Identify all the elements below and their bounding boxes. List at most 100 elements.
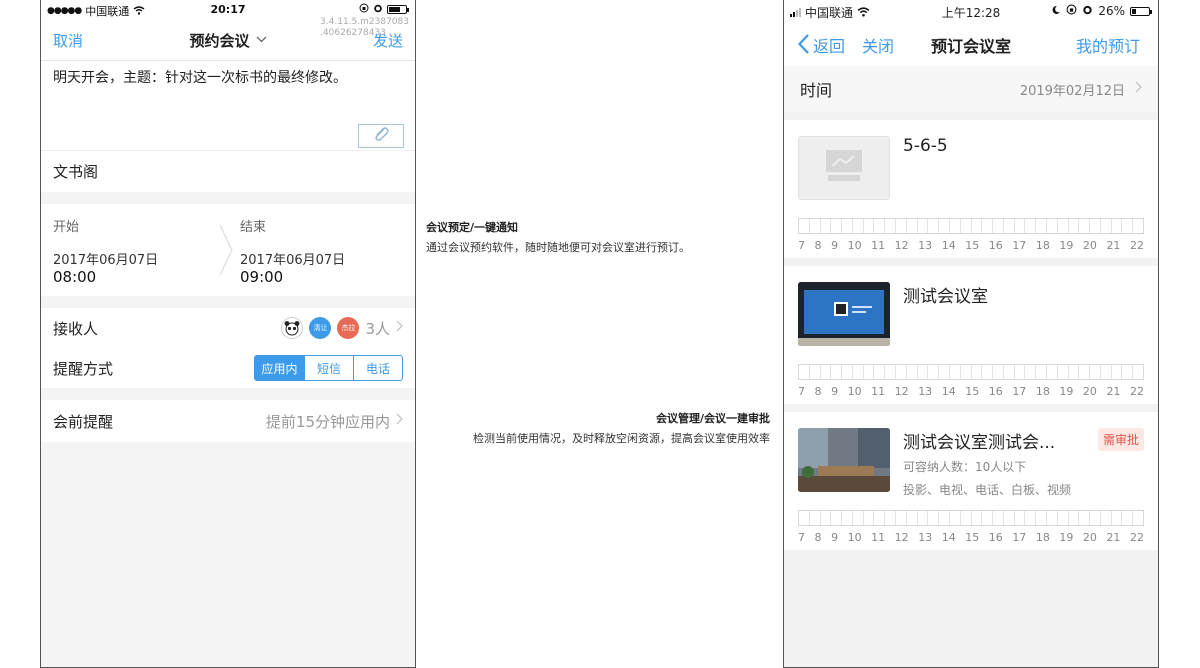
pre-reminder-row[interactable]: 会前提醒 提前15分钟应用内 bbox=[41, 400, 415, 442]
timeline-slot[interactable] bbox=[819, 511, 831, 525]
timeline-slot[interactable] bbox=[916, 219, 928, 233]
start-time[interactable]: 开始 2017年06月07日 08:00 bbox=[41, 204, 228, 296]
message-body[interactable]: 明天开会，主题：针对这一次标书的最终修改。 bbox=[41, 60, 415, 150]
timeline-slot[interactable] bbox=[851, 219, 863, 233]
timeline-slot[interactable] bbox=[981, 511, 992, 525]
timeline-slot[interactable] bbox=[799, 219, 809, 233]
timeline-slot[interactable] bbox=[1024, 219, 1035, 233]
date-picker-row[interactable]: 时间 2019年02月12日 bbox=[784, 66, 1158, 112]
availability-timeline[interactable] bbox=[798, 364, 1144, 380]
timeline-slot[interactable] bbox=[1013, 365, 1025, 379]
timeline-slot[interactable] bbox=[1045, 511, 1057, 525]
timeline-slot[interactable] bbox=[1132, 365, 1143, 379]
timeline-slot[interactable] bbox=[1099, 219, 1111, 233]
timeline-slot[interactable] bbox=[884, 219, 895, 233]
timeline-slot[interactable] bbox=[1002, 511, 1014, 525]
availability-timeline[interactable] bbox=[798, 218, 1144, 234]
timeline-slot[interactable] bbox=[851, 365, 863, 379]
timeline-slot[interactable] bbox=[1035, 365, 1046, 379]
timeline-slot[interactable] bbox=[970, 365, 982, 379]
timeline-slot[interactable] bbox=[895, 365, 906, 379]
timeline-slot[interactable] bbox=[1045, 219, 1057, 233]
timeline-slot[interactable] bbox=[1099, 365, 1111, 379]
timeline-slot[interactable] bbox=[1013, 219, 1025, 233]
timeline-slot[interactable] bbox=[927, 365, 938, 379]
timeline-slot[interactable] bbox=[1099, 511, 1111, 525]
timeline-slot[interactable] bbox=[799, 511, 809, 525]
timeline-slot[interactable] bbox=[1078, 511, 1089, 525]
timeline-slot[interactable] bbox=[948, 511, 960, 525]
timeline-slot[interactable] bbox=[970, 511, 982, 525]
timeline-slot[interactable] bbox=[862, 219, 874, 233]
timeline-slot[interactable] bbox=[938, 365, 949, 379]
room-card[interactable]: 测试会议室测试会... 可容纳人数：10人以下 投影、电视、电话、白板、视频 需… bbox=[784, 412, 1158, 550]
timeline-slot[interactable] bbox=[1002, 219, 1014, 233]
timeline-slot[interactable] bbox=[1078, 219, 1089, 233]
timeline-slot[interactable] bbox=[1067, 365, 1079, 379]
timeline-slot[interactable] bbox=[873, 365, 884, 379]
timeline-slot[interactable] bbox=[862, 365, 874, 379]
title-dropdown[interactable]: 预约会议 bbox=[189, 30, 266, 51]
timeline-slot[interactable] bbox=[819, 365, 831, 379]
timeline-slot[interactable] bbox=[905, 219, 917, 233]
timeline-slot[interactable] bbox=[862, 511, 874, 525]
timeline-slot[interactable] bbox=[948, 365, 960, 379]
timeline-slot[interactable] bbox=[830, 365, 841, 379]
send-button[interactable]: 发送 bbox=[373, 30, 403, 51]
timeline-slot[interactable] bbox=[992, 365, 1003, 379]
timeline-slot[interactable] bbox=[841, 365, 852, 379]
timeline-slot[interactable] bbox=[1045, 365, 1057, 379]
timeline-slot[interactable] bbox=[938, 511, 949, 525]
timeline-slot[interactable] bbox=[1067, 219, 1079, 233]
timeline-slot[interactable] bbox=[938, 219, 949, 233]
timeline-slot[interactable] bbox=[959, 365, 971, 379]
timeline-slot[interactable] bbox=[1132, 511, 1143, 525]
timeline-slot[interactable] bbox=[1132, 219, 1143, 233]
timeline-slot[interactable] bbox=[1035, 511, 1046, 525]
timeline-slot[interactable] bbox=[1002, 365, 1014, 379]
end-time[interactable]: 结束 2017年06月07日 09:00 bbox=[228, 204, 415, 296]
timeline-slot[interactable] bbox=[905, 511, 917, 525]
timeline-slot[interactable] bbox=[916, 365, 928, 379]
timeline-slot[interactable] bbox=[1078, 365, 1089, 379]
room-card[interactable]: 5-6-5 7 8 9 10 11 12 13 14 15 16 17 18 19 20 21 22 bbox=[784, 120, 1158, 258]
my-bookings-button[interactable]: 我的预订 bbox=[1076, 33, 1140, 57]
timeline-slot[interactable] bbox=[1089, 219, 1100, 233]
option-phone[interactable]: 电话 bbox=[353, 356, 402, 380]
timeline-slot[interactable] bbox=[841, 511, 852, 525]
timeline-slot[interactable] bbox=[873, 511, 884, 525]
timeline-slot[interactable] bbox=[927, 511, 938, 525]
timeline-slot[interactable] bbox=[927, 219, 938, 233]
timeline-slot[interactable] bbox=[1013, 511, 1025, 525]
timeline-slot[interactable] bbox=[1121, 219, 1132, 233]
timeline-slot[interactable] bbox=[981, 219, 992, 233]
timeline-slot[interactable] bbox=[948, 219, 960, 233]
timeline-slot[interactable] bbox=[1089, 511, 1100, 525]
timeline-slot[interactable] bbox=[992, 511, 1003, 525]
timeline-slot[interactable] bbox=[905, 365, 917, 379]
timeline-slot[interactable] bbox=[1035, 219, 1046, 233]
timeline-slot[interactable] bbox=[1056, 511, 1068, 525]
timeline-slot[interactable] bbox=[1024, 511, 1035, 525]
timeline-slot[interactable] bbox=[916, 511, 928, 525]
timeline-slot[interactable] bbox=[884, 365, 895, 379]
timeline-slot[interactable] bbox=[873, 219, 884, 233]
timeline-slot[interactable] bbox=[959, 511, 971, 525]
availability-timeline[interactable] bbox=[798, 510, 1144, 526]
room-card[interactable]: 测试会议室 7 8 9 10 11 12 13 14 15 16 17 18 19 20 21 22 bbox=[784, 266, 1158, 404]
timeline-slot[interactable] bbox=[808, 511, 820, 525]
timeline-slot[interactable] bbox=[1056, 219, 1068, 233]
timeline-slot[interactable] bbox=[808, 365, 820, 379]
timeline-slot[interactable] bbox=[1121, 365, 1132, 379]
timeline-slot[interactable] bbox=[819, 219, 831, 233]
cancel-button[interactable]: 取消 bbox=[53, 30, 83, 51]
recipients-row[interactable]: 接收人 清让 杰拉 3人 bbox=[41, 308, 415, 348]
timeline-slot[interactable] bbox=[1121, 511, 1132, 525]
timeline-slot[interactable] bbox=[808, 219, 820, 233]
option-in-app[interactable]: 应用内 bbox=[255, 356, 304, 380]
timeline-slot[interactable] bbox=[851, 511, 863, 525]
option-sms[interactable]: 短信 bbox=[304, 356, 353, 380]
time-range[interactable]: 开始 2017年06月07日 08:00 结束 2017年06月07日 09:0… bbox=[41, 204, 415, 296]
timeline-slot[interactable] bbox=[1089, 365, 1100, 379]
timeline-slot[interactable] bbox=[799, 365, 809, 379]
